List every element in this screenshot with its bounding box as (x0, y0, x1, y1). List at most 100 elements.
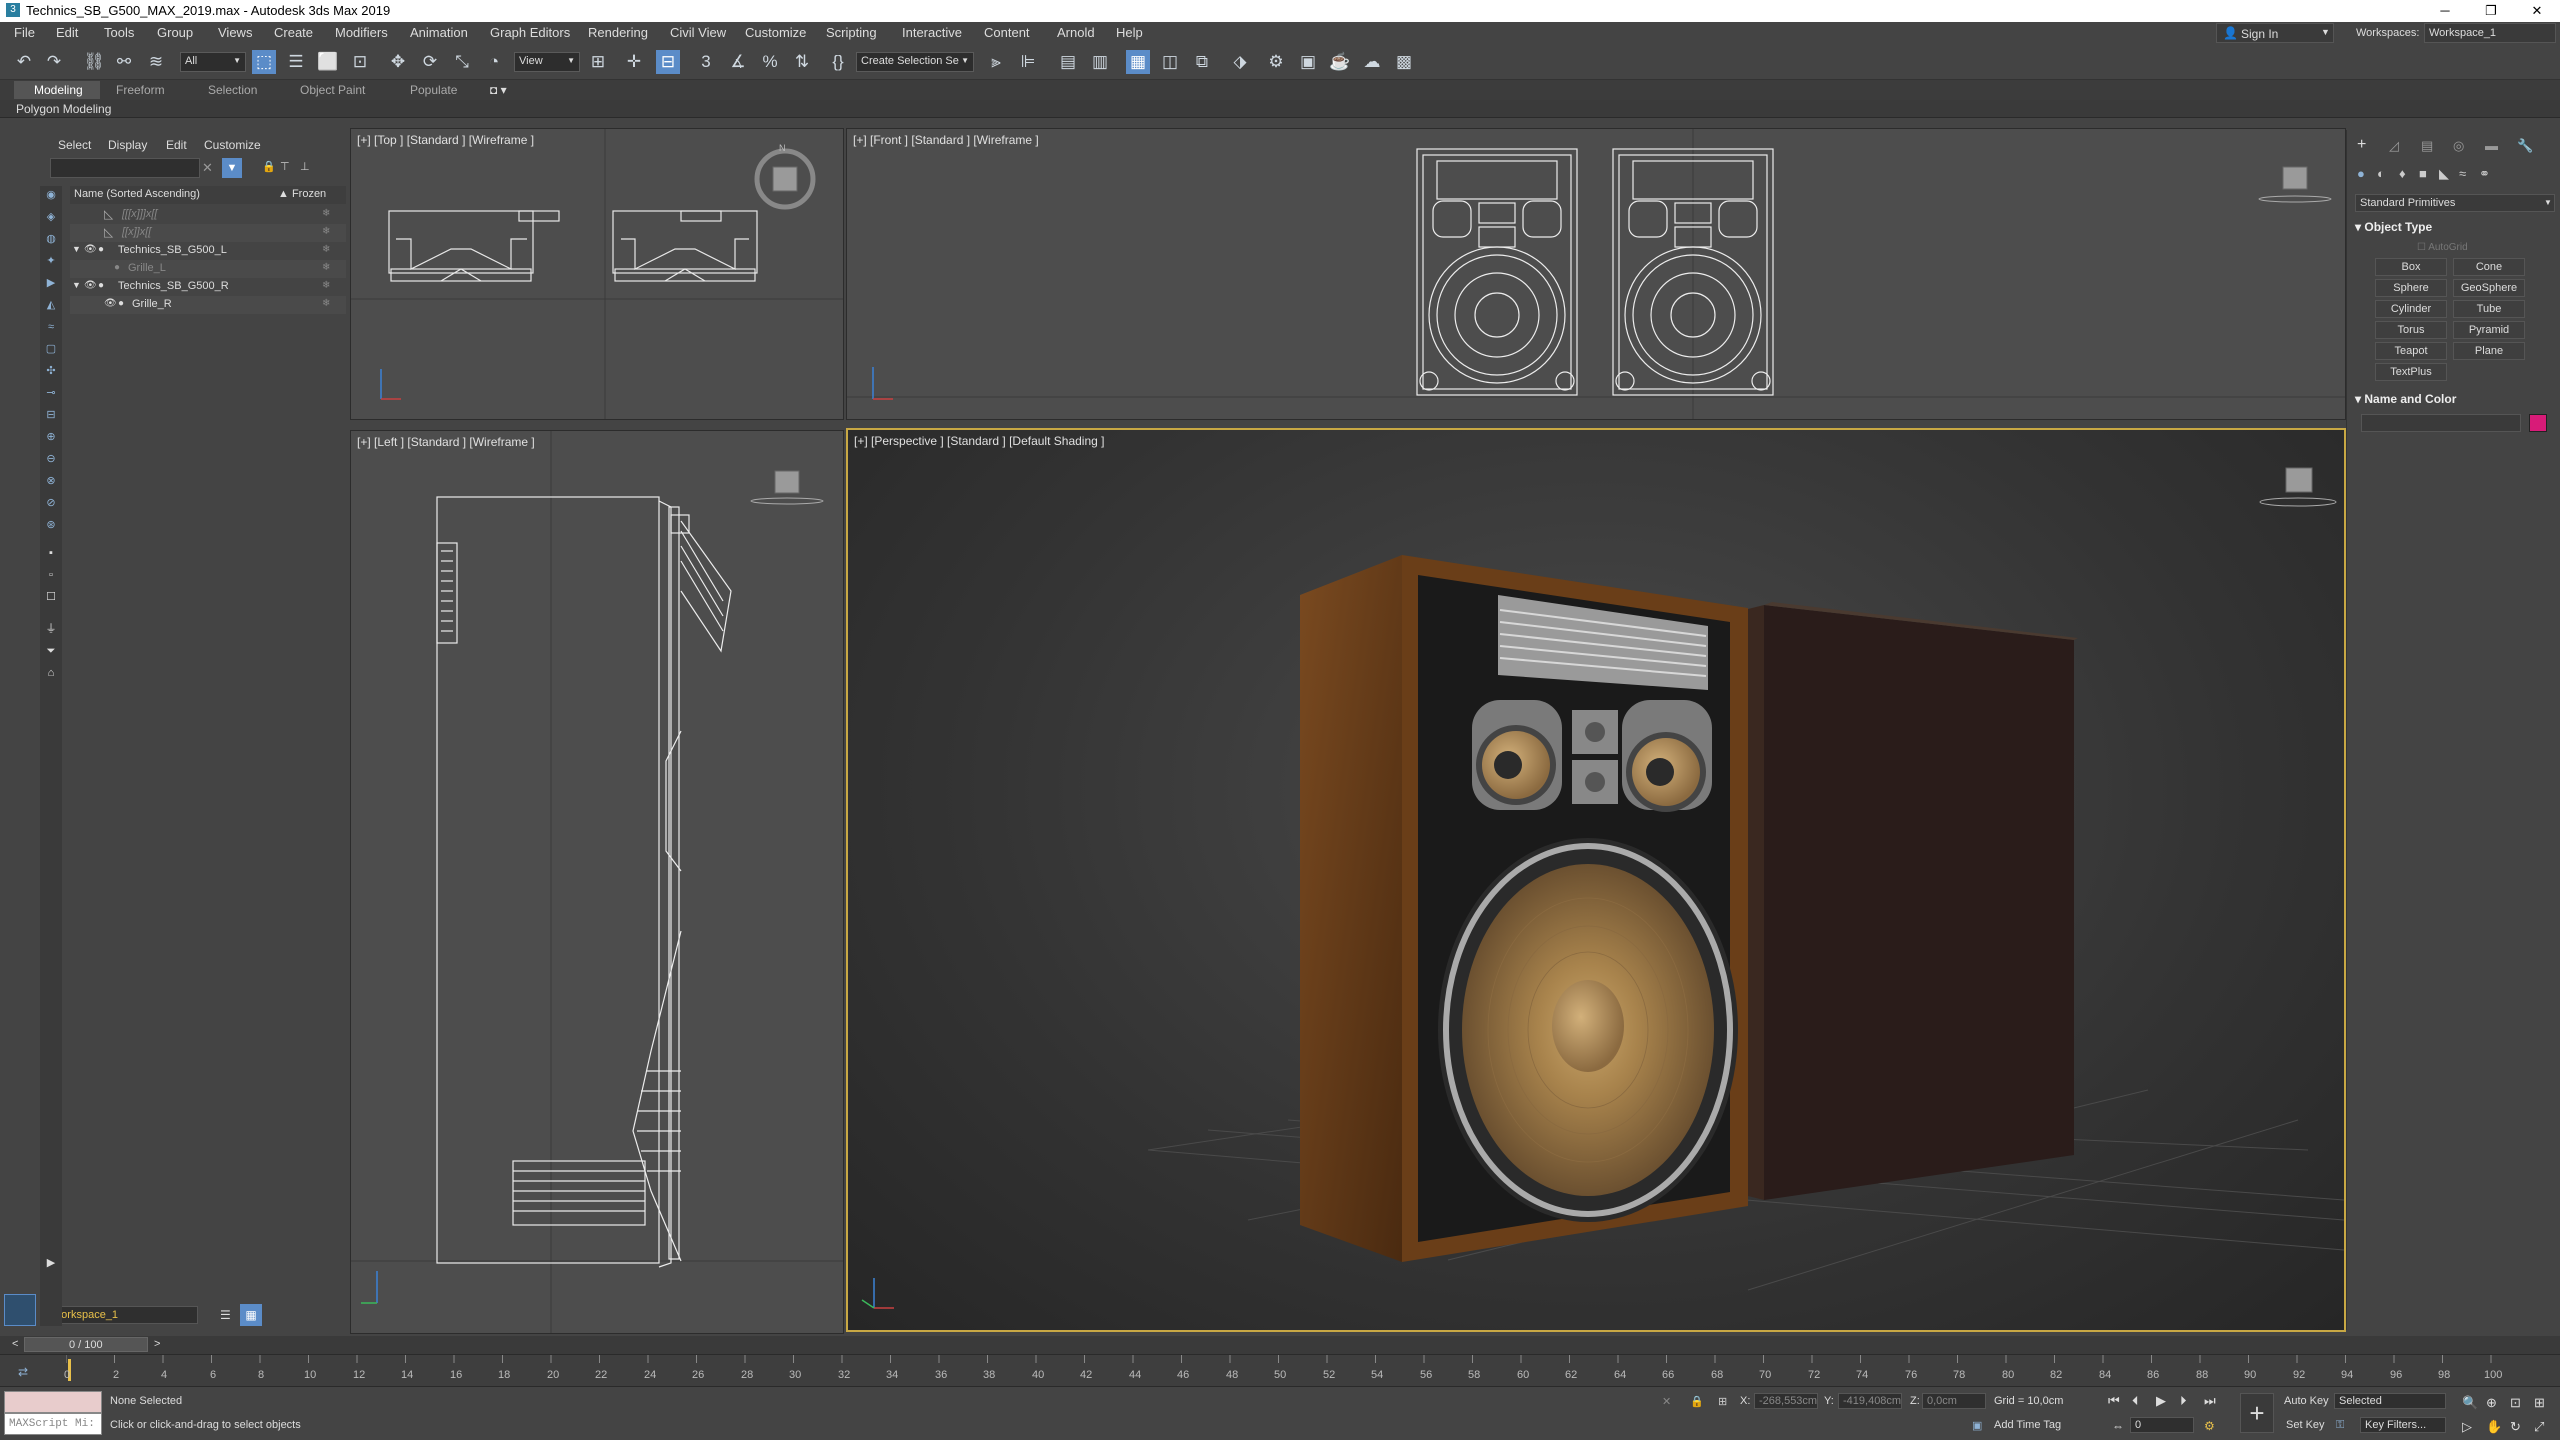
set-key-big-icon[interactable]: + (2240, 1393, 2274, 1433)
display-hidden-icon[interactable]: ⊖ (44, 452, 58, 466)
column-name-header[interactable]: Name (Sorted Ascending) (74, 188, 200, 200)
layer-sort-icon[interactable]: ⊥ (300, 160, 310, 173)
unlink-icon[interactable]: ⚯ (112, 50, 136, 74)
angle-snap-icon[interactable]: ∡ (726, 50, 750, 74)
display-all-icon[interactable]: ◉ (44, 188, 58, 202)
y-coord-field[interactable]: -419,408cm (1838, 1393, 1902, 1409)
z-coord-field[interactable]: 0,0cm (1922, 1393, 1986, 1409)
helpers-icon[interactable]: ◣ (2439, 166, 2449, 182)
track-bar[interactable]: ⇄ 0 2 4 6 8 10 12 14 16 18 20 22 24 26 2… (0, 1354, 2560, 1386)
column-frozen-header[interactable]: ▲ Frozen (278, 188, 326, 200)
explorer-tab-edit[interactable]: Edit (166, 138, 187, 152)
current-frame-field[interactable]: 0 (2130, 1417, 2194, 1433)
viewport-perspective[interactable]: [+] [Perspective ] [Standard ] [Default … (846, 428, 2346, 1332)
sync-selection-icon[interactable]: ⏚ (44, 622, 58, 636)
utilities-tab-icon[interactable]: 🔧 (2517, 138, 2533, 154)
display-geometry-icon[interactable]: ◈ (44, 210, 58, 224)
window-crossing-icon[interactable]: ⊡ (348, 50, 372, 74)
object-name-input[interactable] (2361, 414, 2521, 432)
list-item[interactable]: 👁 ● Grille_R ❄ (70, 296, 346, 314)
freeze-icon[interactable]: ❄ (322, 244, 330, 255)
shapes-icon[interactable]: ◐ (2377, 166, 2385, 181)
selection-lock-icon[interactable]: 🔒 (1690, 1395, 1704, 1408)
zoom-extents-all-icon[interactable]: ⊞ (2534, 1395, 2545, 1411)
clear-search-icon[interactable]: ✕ (202, 160, 213, 176)
absolute-mode-icon[interactable]: ⊞ (1718, 1395, 1727, 1408)
tab-modeling[interactable]: Modeling (14, 81, 100, 99)
menu-views[interactable]: Views (218, 25, 252, 40)
freeze-icon[interactable]: ❄ (322, 226, 330, 237)
explorer-tab-customize[interactable]: Customize (204, 138, 261, 152)
expand-arrow-icon[interactable]: ▶ (44, 1256, 58, 1270)
rotate-icon[interactable]: ⟳ (418, 50, 442, 74)
bookmark-icon[interactable]: ⌂ (44, 666, 58, 680)
next-frame-icon[interactable]: ⏵ (2180, 1393, 2187, 1409)
snaps-toggle-icon[interactable]: 3 (694, 50, 718, 74)
textplus-button[interactable]: TextPlus (2375, 363, 2447, 381)
menu-animation[interactable]: Animation (410, 25, 468, 40)
zoom-all-icon[interactable]: ⊕ (2486, 1395, 2497, 1411)
pan-view-icon[interactable]: ✋ (2486, 1419, 2502, 1435)
key-filter-selection-dropdown[interactable]: Selected (2334, 1393, 2446, 1409)
previous-frame-icon[interactable]: ⏴ (2132, 1393, 2139, 1409)
menu-civil-view[interactable]: Civil View (670, 25, 726, 40)
menu-scripting[interactable]: Scripting (826, 25, 877, 40)
toggle-ribbon-icon[interactable]: ▦ (1126, 50, 1150, 74)
spinner-snap-icon[interactable]: ⇅ (790, 50, 814, 74)
display-bones-icon[interactable]: ⊸ (44, 386, 58, 400)
menu-rendering[interactable]: Rendering (588, 25, 648, 40)
toggle-influences-icon[interactable]: ▫ (44, 568, 58, 582)
x-coord-field[interactable]: -268,553cm (1754, 1393, 1818, 1409)
menu-interactive[interactable]: Interactive (902, 25, 962, 40)
redo-icon[interactable]: ↷ (42, 50, 66, 74)
toggle-children-icon[interactable]: ▪ (44, 546, 58, 560)
link-icon[interactable]: ⛓ (82, 50, 106, 74)
display-xrefs-icon[interactable]: ✣ (44, 364, 58, 378)
go-to-start-icon[interactable]: ⏮ (2108, 1393, 2120, 1409)
undo-icon[interactable]: ↶ (12, 50, 36, 74)
time-slider-thumb[interactable]: 0 / 100 (24, 1337, 148, 1352)
collapse-arrow-icon[interactable]: ▼ (72, 280, 81, 290)
cone-button[interactable]: Cone (2453, 258, 2525, 276)
edit-named-selections-icon[interactable]: {} (826, 50, 850, 74)
cameras-icon[interactable]: ■ (2419, 166, 2427, 181)
menu-tools[interactable]: Tools (104, 25, 134, 40)
set-key-button[interactable]: Set Key (2286, 1419, 2325, 1431)
box-button[interactable]: Box (2375, 258, 2447, 276)
layer-explorer-icon[interactable]: ▥ (1088, 50, 1112, 74)
invert-display-icon[interactable]: ⊛ (44, 518, 58, 532)
object-color-swatch[interactable] (2529, 414, 2547, 432)
select-by-name-icon[interactable]: ☰ (284, 50, 308, 74)
selection-filter-dropdown[interactable]: All ▼ (180, 52, 246, 72)
time-slider-prev-icon[interactable]: < (12, 1338, 18, 1350)
zoom-icon[interactable]: 🔍 (2462, 1395, 2478, 1411)
modify-tab-icon[interactable]: ◿ (2389, 138, 2399, 154)
time-config-icon[interactable]: ⚙ (2204, 1419, 2215, 1433)
eye-icon[interactable]: 👁 (84, 280, 97, 291)
reference-coord-dropdown[interactable]: View ▼ (514, 52, 580, 72)
schematic-view-icon[interactable]: ⧉ (1190, 50, 1214, 74)
bind-spacewarp-icon[interactable]: ≋ (144, 50, 168, 74)
isolate-selection-icon[interactable]: ✕ (1662, 1395, 1671, 1408)
list-item[interactable]: ▼ 👁 ● Technics_SB_G500_R ❄ (70, 278, 346, 296)
menu-edit[interactable]: Edit (56, 25, 78, 40)
display-frozen-icon[interactable]: ⊕ (44, 430, 58, 444)
maximize-viewport-icon[interactable]: ⤢ (2534, 1419, 2544, 1435)
eye-icon[interactable]: 👁 (84, 244, 97, 255)
cylinder-button[interactable]: Cylinder (2375, 300, 2447, 318)
list-item[interactable]: ● Grille_L ❄ (70, 260, 346, 278)
viewport-front[interactable]: [+] [Front ] [Standard ] [Wireframe ] (846, 128, 2346, 420)
plane-button[interactable]: Plane (2453, 342, 2525, 360)
display-shapes-icon[interactable]: ◍ (44, 232, 58, 246)
percent-snap-icon[interactable]: % (758, 50, 782, 74)
zoom-extents-icon[interactable]: ⊡ (2510, 1395, 2521, 1411)
rectangular-selection-icon[interactable]: ⬜ (316, 50, 340, 74)
key-filters-button[interactable]: Key Filters... (2360, 1417, 2446, 1433)
display-helpers-icon[interactable]: ◭ (44, 298, 58, 312)
display-dependencies-icon[interactable]: ☐ (44, 590, 58, 604)
add-time-tag[interactable]: Add Time Tag (1994, 1419, 2061, 1431)
pivot-center-icon[interactable]: ⊞ (586, 50, 610, 74)
key-icon[interactable]: ⚿ (2336, 1419, 2344, 1432)
display-spacewarps-icon[interactable]: ≈ (44, 320, 58, 334)
render-setup-icon[interactable]: ⚙ (1264, 50, 1288, 74)
